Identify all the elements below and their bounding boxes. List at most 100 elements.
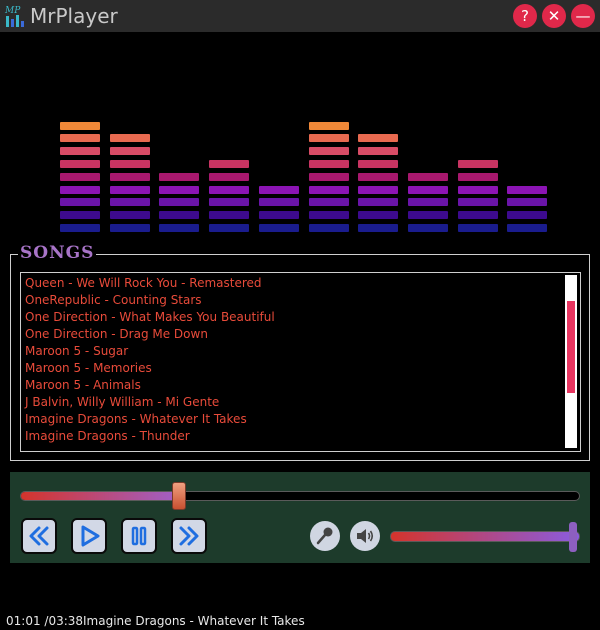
microphone-button[interactable]	[310, 521, 340, 551]
equalizer-segment	[358, 224, 399, 232]
equalizer-segment	[308, 185, 349, 194]
equalizer-segment	[159, 198, 200, 207]
equalizer-segment	[507, 211, 548, 220]
microphone-icon	[316, 527, 333, 545]
equalizer-segment	[358, 160, 399, 168]
seek-progress-fill	[21, 492, 180, 500]
equalizer-segment	[507, 198, 548, 207]
list-item[interactable]: Queen - We Will Rock You - Remastered	[25, 276, 262, 290]
play-button[interactable]	[71, 518, 107, 554]
seek-handle[interactable]	[172, 482, 187, 510]
list-item[interactable]: Maroon 5 - Memories	[25, 361, 152, 375]
list-item[interactable]: One Direction - What Makes You Beautiful	[25, 310, 275, 324]
equalizer-segment	[60, 160, 100, 168]
speaker-icon	[357, 529, 374, 543]
equalizer-segment	[308, 160, 349, 168]
equalizer-segment	[407, 211, 448, 220]
equalizer-segment	[457, 160, 498, 168]
equalizer-segment	[308, 134, 349, 143]
time-readout: 01:01 /03:38	[6, 614, 84, 628]
scrollbar-thumb[interactable]	[567, 301, 575, 393]
equalizer-segment	[457, 211, 498, 220]
equalizer-segment	[358, 198, 399, 207]
app-logo-icon: MP	[4, 6, 24, 27]
list-item[interactable]: J Balvin, Willy William - Mi Gente	[25, 395, 219, 409]
equalizer-segment	[407, 172, 448, 181]
equalizer-segment	[407, 198, 448, 207]
equalizer-segment	[209, 224, 250, 232]
equalizer-segment	[60, 121, 100, 130]
equalizer-segment	[209, 160, 250, 168]
equalizer-segment	[358, 172, 399, 181]
equalizer-segment	[308, 224, 349, 232]
equalizer-segment	[109, 172, 150, 181]
equalizer-segment	[60, 198, 100, 207]
fast-forward-icon	[179, 526, 199, 546]
equalizer-segment	[308, 147, 349, 156]
equalizer-segment	[60, 134, 100, 143]
equalizer-segment	[60, 172, 100, 181]
app-title: MrPlayer	[30, 4, 118, 28]
equalizer-segment	[308, 172, 349, 181]
list-item[interactable]: Maroon 5 - Sugar	[25, 344, 128, 358]
list-item[interactable]: OneRepublic - Counting Stars	[25, 293, 202, 307]
equalizer-segment	[358, 185, 399, 194]
equalizer-segment	[209, 185, 250, 194]
equalizer-segment	[209, 211, 250, 220]
equalizer-segment	[109, 211, 150, 220]
list-item[interactable]: One Direction - Drag Me Down	[25, 327, 208, 341]
volume-handle[interactable]	[569, 522, 577, 552]
equalizer-segment	[209, 198, 250, 207]
seek-slider[interactable]	[20, 491, 580, 501]
equalizer-segment	[457, 185, 498, 194]
fast-forward-button[interactable]	[171, 518, 207, 554]
list-item[interactable]: Imagine Dragons - Thunder	[25, 429, 190, 443]
equalizer-segment	[258, 211, 299, 220]
svg-text:MP: MP	[4, 6, 21, 16]
list-item[interactable]: Imagine Dragons - Whatever It Takes	[25, 412, 247, 426]
equalizer-segment	[109, 134, 150, 143]
volume-slider[interactable]	[390, 531, 580, 542]
equalizer-segment	[109, 160, 150, 168]
rewind-button[interactable]	[21, 518, 57, 554]
equalizer-segment	[60, 185, 100, 194]
equalizer-segment	[209, 172, 250, 181]
equalizer-visualizer	[0, 32, 600, 242]
equalizer-segment	[109, 185, 150, 194]
equalizer-segment	[457, 172, 498, 181]
equalizer-segment	[159, 224, 200, 232]
equalizer-segment	[159, 185, 200, 194]
equalizer-segment	[60, 224, 100, 232]
pause-icon	[131, 526, 147, 546]
songs-legend: SONGS	[18, 243, 97, 263]
equalizer-segment	[258, 185, 299, 194]
equalizer-segment	[358, 147, 399, 156]
equalizer-segment	[308, 198, 349, 207]
list-item[interactable]: Maroon 5 - Animals	[25, 378, 141, 392]
equalizer-segment	[60, 211, 100, 220]
equalizer-segment	[507, 224, 548, 232]
equalizer-segment	[358, 211, 399, 220]
equalizer-segment	[159, 211, 200, 220]
help-button[interactable]: ?	[513, 4, 537, 28]
close-button[interactable]: ✕	[542, 4, 566, 28]
title-bar: MP MrPlayer ? ✕ —	[0, 0, 600, 32]
equalizer-segment	[457, 198, 498, 207]
now-playing-label: Imagine Dragons - Whatever It Takes	[83, 614, 305, 628]
song-list[interactable]: Queen - We Will Rock You - Remastered On…	[20, 272, 581, 452]
equalizer-segment	[407, 185, 448, 194]
equalizer-segment	[258, 198, 299, 207]
equalizer-segment	[159, 172, 200, 181]
equalizer-segment	[308, 121, 349, 130]
equalizer-segment	[507, 185, 548, 194]
equalizer-segment	[457, 224, 498, 232]
volume-button[interactable]	[350, 521, 380, 551]
equalizer-segment	[109, 224, 150, 232]
play-icon	[81, 525, 100, 547]
equalizer-segment	[109, 198, 150, 207]
equalizer-segment	[407, 224, 448, 232]
pause-button[interactable]	[121, 518, 157, 554]
minimize-button[interactable]: —	[571, 4, 595, 28]
rewind-icon	[29, 526, 49, 546]
equalizer-segment	[308, 211, 349, 220]
